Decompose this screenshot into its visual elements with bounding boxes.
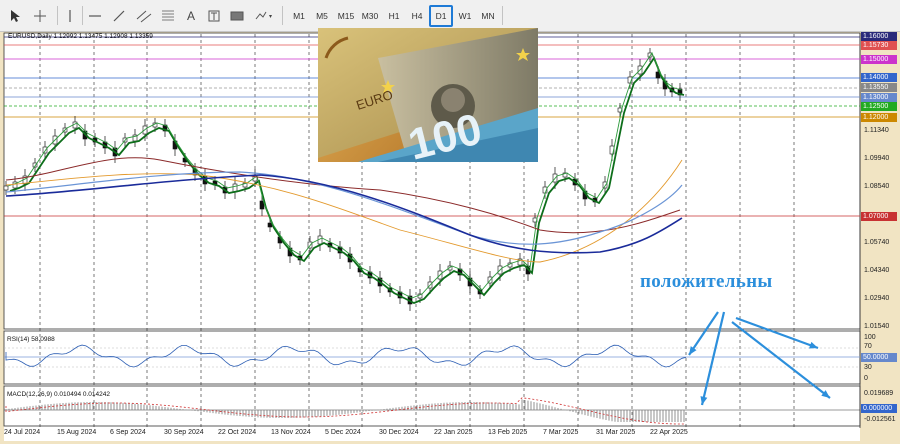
price-label-1.07000: 1.07000 (861, 212, 897, 221)
date-label: 22 Jan 2025 (434, 429, 473, 436)
rsi-line (5, 344, 687, 368)
date-label: 30 Dec 2024 (379, 429, 419, 436)
price-axis-tick: 1.04340 (864, 267, 890, 274)
date-label: 6 Sep 2024 (110, 429, 146, 436)
ma-orange-line (5, 159, 683, 263)
rsi-panel-border (3, 330, 861, 385)
rsi-axis-0: 0 (864, 375, 868, 382)
date-label: 5 Dec 2024 (325, 429, 361, 436)
rsi-axis-70: 70 (864, 343, 872, 350)
annotation-arrow (700, 311, 726, 406)
price-label-1.16000: 1.16000 (861, 32, 897, 41)
rsi-label: RSI(14) 58.0988 (7, 336, 55, 343)
date-label: 13 Nov 2024 (271, 429, 311, 436)
candle-body (42, 146, 48, 154)
price-axis-tick: 1.08540 (864, 183, 890, 190)
price-label-1.13000: 1.13000 (861, 93, 897, 102)
date-label: 24 Jul 2024 (4, 429, 41, 436)
price-axis-tick: 1.02940 (864, 295, 890, 302)
symbol-header: EURUSD,Daily 1.12992 1.13475 1.12908 1.1… (8, 33, 153, 40)
date-label: 31 Mar 2025 (596, 429, 636, 436)
macd-label: MACD(12,26,9) 0.010494 0.014242 (7, 391, 110, 398)
price-label-1.12000: 1.12000 (861, 113, 897, 122)
rsi-axis-30: 30 (864, 364, 872, 371)
price-axis-tick: 1.01540 (864, 323, 890, 330)
price-label-1.13550: 1.13550 (861, 83, 897, 92)
price-label-1.15000: 1.15000 (861, 55, 897, 64)
rsi-level-label: 50.0000 (861, 353, 897, 362)
date-label: 13 Feb 2025 (488, 429, 528, 436)
macd-axis-min: -0.012561 (864, 416, 896, 423)
annotation-text: положительны (640, 271, 773, 292)
rsi-axis-100: 100 (864, 334, 876, 341)
macd-zero-label: 0.000000 (861, 404, 897, 413)
date-label: 22 Apr 2025 (650, 429, 688, 436)
annotation-arrow-head (809, 341, 818, 349)
annotation-arrow (735, 316, 819, 350)
date-label: 7 Mar 2025 (543, 429, 579, 436)
price-axis-tick: 1.05740 (864, 239, 890, 246)
macd-axis-max: 0.019689 (864, 390, 894, 397)
price-axis-tick: 1.11340 (864, 127, 889, 134)
date-label: 30 Sep 2024 (164, 429, 204, 436)
euro-dollar-banknotes-image: EURO 100 (318, 28, 538, 162)
price-label-1.12500: 1.12500 (861, 102, 897, 111)
terminal-window: A M1 M5 M15 M30 H1 H4 D1 W1 MN EURUSD,Da… (0, 0, 900, 444)
ma-lightblue-line (5, 171, 683, 245)
date-label: 22 Oct 2024 (218, 429, 257, 436)
price-label-1.15730: 1.15730 (861, 41, 897, 50)
candle-body (602, 181, 608, 189)
price-label-1.14000: 1.14000 (861, 73, 897, 82)
date-label: 15 Aug 2024 (57, 429, 97, 436)
price-axis-tick: 1.09940 (864, 155, 890, 162)
candle-body (3, 185, 9, 191)
ma-slow-line (5, 157, 681, 234)
